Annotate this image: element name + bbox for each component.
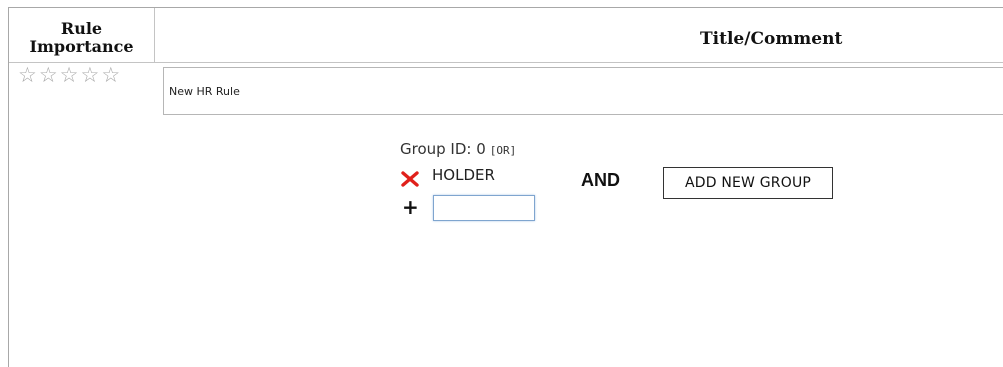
group-id-label: Group ID: 0 [OR] (400, 140, 516, 158)
star-icon-4[interactable]: ☆ (80, 63, 99, 87)
column-divider (154, 8, 155, 63)
group-id-text: Group ID: 0 (400, 140, 486, 158)
new-group-item-input[interactable] (433, 195, 535, 221)
close-icon[interactable] (401, 171, 419, 187)
table-header-row (9, 8, 1003, 63)
plus-icon[interactable]: + (402, 197, 419, 217)
rule-importance-header-line2: Importance (29, 37, 134, 56)
star-icon-3[interactable]: ☆ (60, 63, 79, 87)
group-item-holder: HOLDER (432, 166, 495, 184)
rule-title-input[interactable] (163, 67, 1003, 115)
importance-stars[interactable]: ☆ ☆ ☆ ☆ ☆ (18, 63, 120, 87)
rule-importance-header: Rule Importance (9, 20, 154, 56)
star-icon-5[interactable]: ☆ (101, 63, 120, 87)
add-new-group-button[interactable]: ADD NEW GROUP (663, 167, 833, 199)
star-icon-1[interactable]: ☆ (18, 63, 37, 87)
group-operator-tag[interactable]: [OR] (490, 144, 517, 157)
star-icon-2[interactable]: ☆ (39, 63, 58, 87)
rule-importance-header-line1: Rule (60, 19, 103, 38)
title-comment-header: Title/Comment (700, 29, 843, 49)
and-joiner-label: AND (581, 170, 620, 190)
